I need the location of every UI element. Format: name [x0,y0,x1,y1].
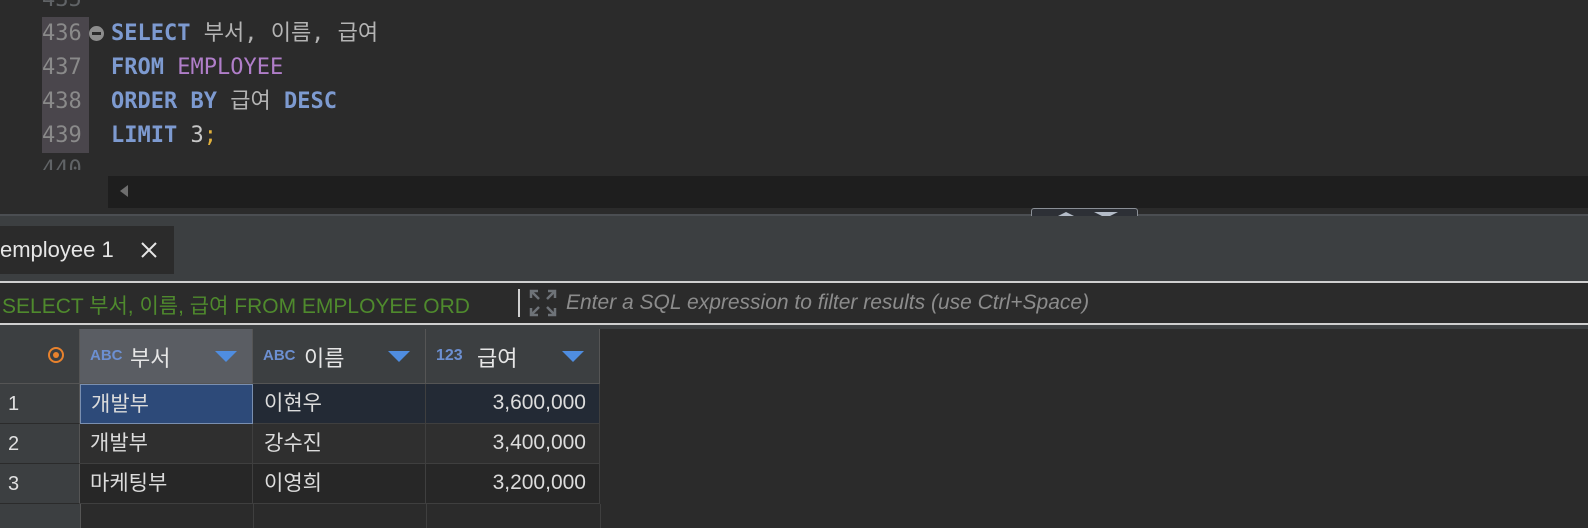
line-number: 438 [42,85,89,119]
empty-cell [253,504,427,528]
code-token: FROM [111,55,164,80]
code-token: LIMIT [111,123,178,148]
code-line[interactable]: SELECT 부서, 이름, 급여 [111,17,378,51]
row-number[interactable]: 3 [0,464,80,504]
table-cell[interactable]: 개발부 [80,384,253,424]
column-header[interactable]: 123 급여 [426,329,600,384]
column-title: 이름 [304,347,345,372]
text-type-icon: ABC [263,347,296,364]
filter-bar: SELECT 부서, 이름, 급여 FROM EMPLOYEE ORD [0,281,1588,325]
expand-icon[interactable] [528,288,558,318]
code-line[interactable]: ORDER BY 급여 DESC [111,85,337,119]
active-query-text: SELECT 부서, 이름, 급여 FROM EMPLOYEE ORD [2,295,470,318]
results-grid: ABC 부서 ABC 이름 123 급여 1 개발부 이현우 3,600,000… [0,329,1588,528]
table-cell[interactable]: 개발부 [80,424,253,464]
table-cell[interactable]: 3,400,000 [426,424,600,464]
code-token: SELECT [111,21,191,46]
code-token: 부서, 이름, 급여 [190,21,379,46]
column-header[interactable]: ABC 이름 [253,329,426,384]
code-line[interactable]: LIMIT 3; [111,119,217,153]
table-cell[interactable]: 이현우 [253,384,426,424]
line-number: 437 [42,51,89,85]
line-number: 435 [42,0,89,17]
table-cell[interactable]: 강수진 [253,424,426,464]
code-token: ORDER BY [111,89,217,114]
divider [518,289,520,317]
tab-employee-1[interactable]: employee 1 [0,226,174,274]
close-icon[interactable] [139,240,159,260]
row-number[interactable]: 1 [0,384,80,424]
sort-dropdown-icon[interactable] [388,351,410,362]
fold-collapse-icon[interactable] [89,26,104,41]
sort-dropdown-icon[interactable] [215,351,237,362]
row-number[interactable]: 2 [0,424,80,464]
filter-input[interactable] [566,286,1566,320]
record-mode-icon[interactable] [48,347,64,363]
scroll-left-icon[interactable] [120,185,128,197]
table-cell[interactable]: 이영희 [253,464,426,504]
empty-cell [80,504,254,528]
grid-empty-area [0,504,601,528]
code-token: DESC [283,89,337,114]
results-tab-bar: employee 1 [0,226,1588,274]
grid-corner[interactable] [0,329,80,384]
code-token: 급여 [216,89,284,114]
results-panel: employee 1 SELECT 부서, 이름, 급여 FROM EMPLOY… [0,216,1588,528]
line-number-gutter: 435 436 437 438 439 440 [42,0,89,170]
code-line[interactable]: FROM EMPLOYEE [111,51,283,85]
code-token: 3 [177,123,204,148]
table-cell[interactable]: 마케팅부 [80,464,253,504]
number-type-icon: 123 [436,347,463,364]
column-title: 급여 [477,347,518,372]
horizontal-scrollbar[interactable] [108,176,1588,208]
line-number: 436 [42,17,89,51]
code-token: EMPLOYEE [177,55,284,80]
table-cell[interactable]: 3,200,000 [426,464,600,504]
row-number-gutter [0,504,81,528]
table-cell[interactable]: 3,600,000 [426,384,600,424]
line-number: 439 [42,119,89,153]
sort-dropdown-icon[interactable] [562,351,584,362]
line-number: 440 [42,157,82,170]
empty-cell [426,504,601,528]
sql-editor[interactable]: 435 436 437 438 439 440 SELECT 부서, 이름, 급… [0,0,1588,215]
column-header[interactable]: ABC 부서 [80,329,253,384]
code-token: ; [203,123,217,148]
column-title: 부서 [130,347,171,372]
text-type-icon: ABC [90,347,123,364]
tab-label: employee 1 [0,237,114,262]
